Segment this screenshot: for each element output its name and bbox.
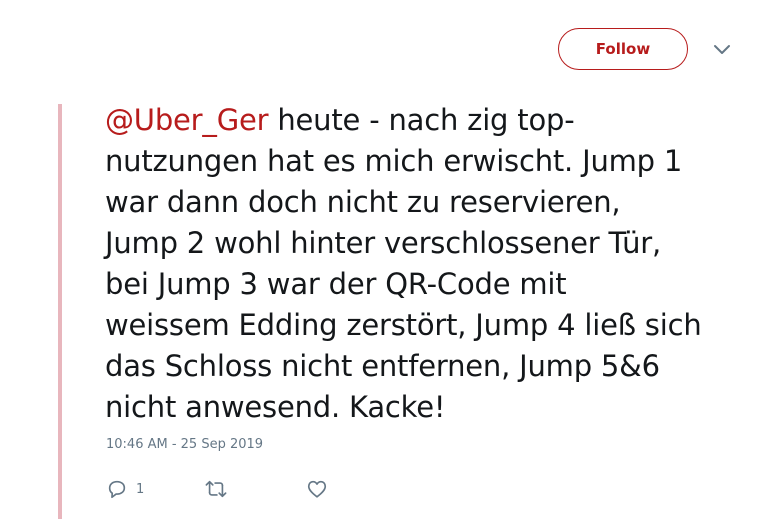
tweet-line: nicht anwesend. Kacke!	[105, 390, 446, 424]
reply-button[interactable]: 1	[106, 478, 144, 500]
retweet-button[interactable]	[204, 478, 228, 500]
mention-link[interactable]: @Uber_Ger	[105, 103, 269, 137]
follow-button[interactable]: Follow	[558, 28, 688, 70]
chevron-down-icon[interactable]	[712, 42, 732, 56]
tweet-line: das Schloss nicht entfernen, Jump 5&6	[105, 349, 660, 383]
tweet-line: Jump 2 wohl hinter verschlossener Tür,	[105, 226, 662, 260]
tweet-line: weissem Edding zerstört, Jump 4 ließ sic…	[105, 308, 702, 342]
tweet-line-text: heute - nach zig top-	[268, 103, 575, 137]
like-button[interactable]	[306, 478, 328, 500]
tweet-text: @Uber_Ger heute - nach zig top- nutzunge…	[105, 100, 755, 428]
tweet-line: @Uber_Ger heute - nach zig top-	[105, 100, 755, 141]
tweet-line: nutzungen hat es mich erwischt. Jump 1	[105, 144, 683, 178]
tweet-line: war dann doch nicht zu reservieren,	[105, 185, 621, 219]
tweet-card: Follow @Uber_Ger heute - nach zig top- n…	[0, 0, 773, 519]
retweet-icon	[204, 478, 228, 500]
thread-rule	[58, 104, 62, 519]
heart-icon	[306, 478, 328, 500]
tweet-timestamp[interactable]: 10:46 AM - 25 Sep 2019	[106, 437, 263, 452]
reply-count: 1	[136, 481, 145, 497]
tweet-line: bei Jump 3 war der QR-Code mit	[105, 267, 567, 301]
reply-icon	[106, 478, 128, 500]
